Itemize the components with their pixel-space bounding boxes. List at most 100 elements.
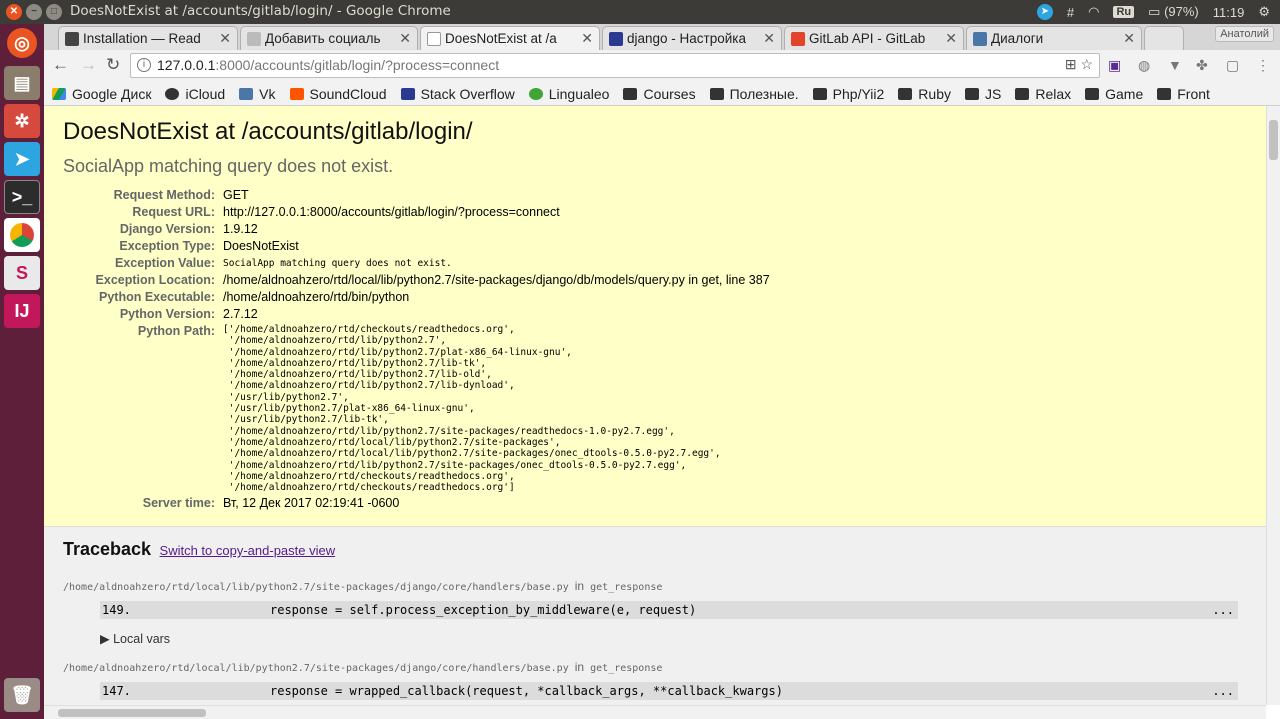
bookmark-label: Stack Overflow [420,85,515,102]
slack-icon[interactable]: S [4,256,40,290]
meta-value: http://127.0.0.1:8000/accounts/gitlab/lo… [223,205,560,219]
tab-close-icon[interactable]: ✕ [399,30,411,47]
folder-icon [1085,87,1100,100]
menu-dots-icon[interactable]: ⋮ [1256,57,1270,74]
bookmark-soundcloud[interactable]: SoundCloud [289,86,387,102]
globe-extension-icon[interactable]: ◍ [1138,57,1150,74]
bookmark-label: Google Диск [72,85,152,102]
gitlab-favicon-icon [791,32,805,46]
bookmark-folder-front[interactable]: Front [1157,86,1210,102]
settings-gear-icon[interactable]: ⚙ [1258,4,1270,20]
stackoverflow-icon [400,87,415,100]
bookmark-folder-ruby[interactable]: Ruby [898,86,951,102]
minimize-window-icon[interactable]: − [26,4,42,20]
bookmark-folder-game[interactable]: Game [1085,86,1143,102]
reload-icon[interactable]: ↻ [106,55,120,75]
frame-expand-dots[interactable]: ... [1212,684,1234,698]
url-path: :8000/accounts/gitlab/login/?process=con… [215,57,500,73]
tab-gitlab-api[interactable]: GitLab API - GitLab ✕ [784,26,964,50]
frame-file: /home/aldnoahzero/rtd/local/lib/python2.… [63,582,569,593]
settings-tools-icon[interactable]: ✲ [4,104,40,138]
bookmark-label: Relax [1035,85,1072,102]
browser-toolbar: ← → ↻ i 127.0.0.1:8000/accounts/gitlab/l… [44,50,1280,82]
bookmark-star-icon[interactable]: ☆ [1080,56,1093,72]
meta-row: Exception Value: SocialApp matching query… [63,255,770,272]
tab-close-icon[interactable]: ✕ [1123,30,1135,47]
vertical-scrollbar[interactable] [1266,106,1280,705]
bookmark-vk[interactable]: Vk [239,86,276,102]
intellij-icon[interactable]: IJ [4,294,40,328]
vertical-scroll-thumb[interactable] [1269,120,1278,160]
traceback-heading: Traceback [63,539,152,559]
new-tab-button[interactable] [1144,26,1184,50]
meta-row: Request Method: GET [63,187,770,204]
page-title: DoesNotExist at /accounts/gitlab/login/ [63,118,473,145]
bookmark-folder-js[interactable]: JS [964,86,1001,102]
vpn-extension-icon[interactable]: ▼ [1168,57,1182,73]
close-window-icon[interactable]: ✕ [6,4,22,20]
tab-installation[interactable]: Installation — Read ✕ [58,26,238,50]
telegram-icon[interactable]: ➤ [4,142,40,176]
meta-row: Python Version: 2.7.12 [63,306,770,323]
chrome-icon[interactable] [4,218,40,252]
bookmark-folder-courses[interactable]: Courses [623,85,696,102]
tab-strip: Installation — Read ✕ Добавить социаль ✕… [44,24,1280,50]
tab-does-not-exist[interactable]: DoesNotExist at /a ✕ [420,26,600,50]
clock[interactable]: 11:19 [1213,5,1245,20]
address-bar[interactable]: i 127.0.0.1:8000/accounts/gitlab/login/?… [130,53,1100,78]
wifi-icon[interactable]: ◠ [1088,4,1099,20]
soundcloud-icon [289,87,304,100]
extension-square-icon[interactable]: ▢ [1226,57,1239,74]
forward-arrow-icon[interactable]: → [80,55,97,75]
terminal-icon[interactable]: >_ [4,180,40,214]
bookmark-folder-relax[interactable]: Relax [1015,86,1071,102]
tab-close-icon[interactable]: ✕ [581,30,593,47]
extension-icon[interactable]: ▣ [1108,57,1121,74]
bookmark-label: Courses [643,85,696,102]
frame-expand-dots[interactable]: ... [1212,603,1234,617]
frame-in-word: in [574,579,585,593]
trash-icon[interactable]: 🗑 [4,678,40,712]
profile-button[interactable]: Анатолий [1215,26,1274,42]
folder-icon [709,87,724,100]
bookmark-google-drive[interactable]: Google Диск [52,86,151,102]
ubuntu-dash-icon[interactable]: ◎ [7,28,37,58]
tab-close-icon[interactable]: ✕ [763,30,775,47]
copy-paste-view-link[interactable]: Switch to copy-and-paste view [160,543,336,558]
bookmark-stackoverflow[interactable]: Stack Overflow [400,85,515,102]
files-icon[interactable]: ▤ [4,66,40,100]
system-top-panel: ✕ − □ DoesNotExist at /accounts/gitlab/l… [0,0,1280,24]
battery-indicator[interactable]: ▭ (97%) [1148,4,1199,20]
bookmark-folder-php[interactable]: Php/Yii2 [812,86,884,102]
meta-value: DoesNotExist [223,239,299,253]
translate-icon[interactable]: ⊞ [1065,56,1077,72]
frame-context-line[interactable]: 147. response = wrapped_callback(request… [100,682,1238,700]
tab-close-icon[interactable]: ✕ [219,30,231,47]
vk-icon [239,87,254,100]
maximize-window-icon[interactable]: □ [46,4,62,20]
local-vars-toggle[interactable]: ▶ Local vars [100,631,1266,646]
frame-file-path: /home/aldnoahzero/rtd/local/lib/python2.… [63,579,1266,593]
tab-add-social[interactable]: Добавить социаль ✕ [240,26,418,50]
bookmark-lingualeo[interactable]: Lingualeo [528,86,609,102]
meta-value: Вт, 12 Дек 2017 02:19:41 -0600 [223,496,400,511]
back-arrow-icon[interactable]: ← [52,55,69,75]
tab-dialogs[interactable]: Диалоги ✕ [966,26,1142,50]
traceback-section: Traceback Switch to copy-and-paste view … [44,527,1266,700]
puzzle-extension-icon[interactable]: ✤ [1196,57,1208,74]
hash-icon[interactable]: # [1067,5,1074,20]
meta-row: Request URL: http://127.0.0.1:8000/accoun… [63,204,770,221]
tab-django-settings[interactable]: django - Настройка ✕ [602,26,782,50]
bookmark-folder-useful[interactable]: Полезные. [709,86,799,102]
bookmark-icloud[interactable]: iCloud [165,86,225,102]
horizontal-scrollbar[interactable] [44,705,1266,719]
tab-close-icon[interactable]: ✕ [945,30,957,47]
page-info-icon[interactable]: i [137,58,151,72]
keyboard-layout-indicator[interactable]: Ru [1113,6,1135,18]
bookmark-label: Ruby [918,85,951,102]
telegram-tray-icon[interactable]: ➤ [1036,4,1053,20]
lingualeo-icon [528,87,543,100]
frame-context-line[interactable]: 149. response = self.process_exception_b… [100,601,1238,619]
meta-label: Request Method: [113,188,215,202]
horizontal-scroll-thumb[interactable] [58,709,206,717]
